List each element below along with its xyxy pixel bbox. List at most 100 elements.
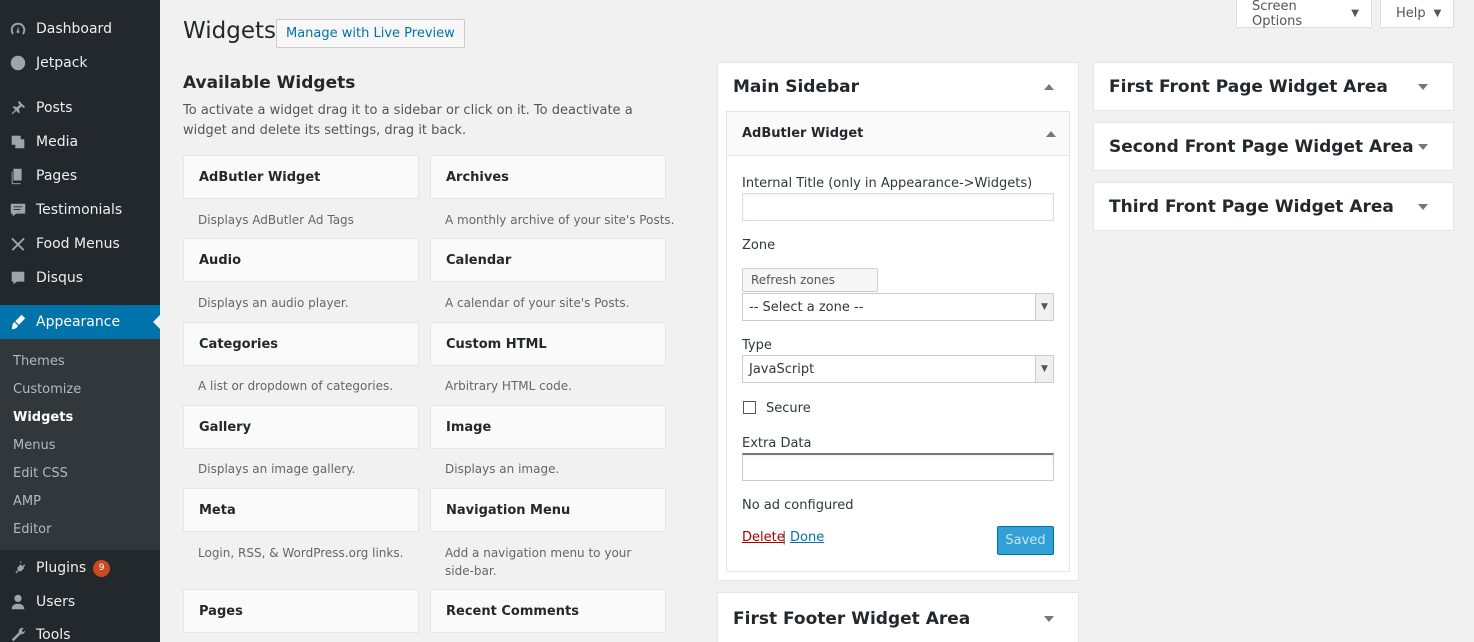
widget-gallery[interactable]: Gallery bbox=[183, 405, 419, 449]
menu-item-pages[interactable]: Pages bbox=[0, 159, 160, 193]
manage-live-preview-button[interactable]: Manage with Live Preview bbox=[276, 19, 465, 48]
submenu-widgets[interactable]: Widgets bbox=[13, 410, 73, 425]
adbutler-widget-header[interactable]: AdButler Widget bbox=[727, 112, 1069, 156]
done-link[interactable]: Done bbox=[790, 530, 824, 545]
saved-button[interactable]: Saved bbox=[997, 526, 1054, 555]
submenu-amp[interactable]: AMP bbox=[13, 494, 41, 509]
widget-description: Login, RSS, & WordPress.org links. bbox=[198, 546, 404, 560]
collapse-arrow-icon[interactable] bbox=[1046, 131, 1056, 137]
media-icon bbox=[0, 133, 36, 151]
widget-meta[interactable]: Meta bbox=[183, 488, 419, 532]
menu-label: Posts bbox=[36, 100, 73, 116]
menu-label: Media bbox=[36, 134, 79, 150]
page-title: Widgets bbox=[183, 18, 276, 44]
footer-area-header[interactable]: First Footer Widget Area bbox=[718, 593, 1078, 642]
submenu-themes[interactable]: Themes bbox=[13, 354, 65, 369]
menu-item-dashboard[interactable]: Dashboard bbox=[0, 12, 160, 46]
menu-label: Testimonials bbox=[36, 202, 123, 218]
zone-select[interactable]: -- Select a zone -- ▼ bbox=[742, 293, 1054, 321]
adbutler-widget-instance: AdButler Widget Internal Title (only in … bbox=[726, 111, 1070, 572]
type-select[interactable]: JavaScript ▼ bbox=[742, 355, 1054, 383]
front-area-title: Second Front Page Widget Area bbox=[1109, 137, 1414, 157]
front-area-header[interactable]: Second Front Page Widget Area bbox=[1094, 123, 1453, 171]
menu-item-users[interactable]: Users bbox=[0, 585, 160, 619]
menu-label: Appearance bbox=[36, 314, 121, 330]
zone-label: Zone bbox=[742, 238, 776, 253]
update-count-badge: 9 bbox=[93, 559, 111, 577]
second-front-page-widget-area[interactable]: Second Front Page Widget Area bbox=[1093, 122, 1454, 171]
plugin-icon bbox=[0, 559, 36, 577]
first-footer-widget-area[interactable]: First Footer Widget Area bbox=[717, 592, 1079, 642]
menu-item-testimonials[interactable]: Testimonials bbox=[0, 193, 160, 227]
link-separator: | bbox=[782, 530, 787, 545]
widget-custom-html[interactable]: Custom HTML bbox=[430, 322, 666, 366]
widget-calendar[interactable]: Calendar bbox=[430, 238, 666, 282]
menu-label: Tools bbox=[36, 627, 71, 642]
dashboard-icon bbox=[0, 20, 36, 38]
tools-icon bbox=[0, 626, 36, 642]
ad-status-text: No ad configured bbox=[742, 498, 854, 513]
widget-description: Displays an audio player. bbox=[198, 296, 349, 310]
third-front-page-widget-area[interactable]: Third Front Page Widget Area bbox=[1093, 182, 1454, 231]
submenu-editor[interactable]: Editor bbox=[13, 522, 51, 537]
food-icon bbox=[0, 235, 36, 253]
type-selected-value: JavaScript bbox=[749, 361, 815, 377]
expand-arrow-icon[interactable] bbox=[1044, 616, 1054, 622]
brush-icon bbox=[0, 313, 36, 331]
submenu-menus[interactable]: Menus bbox=[13, 438, 55, 453]
menu-label: Dashboard bbox=[36, 21, 112, 37]
available-widgets-description: To activate a widget drag it to a sideba… bbox=[183, 103, 633, 138]
menu-item-posts[interactable]: Posts bbox=[0, 91, 160, 125]
menu-item-plugins[interactable]: Plugins 9 bbox=[0, 551, 160, 585]
menu-item-appearance[interactable]: Appearance bbox=[0, 305, 161, 339]
type-label: Type bbox=[742, 338, 772, 353]
screen-options-button[interactable]: Screen Options ▼ bbox=[1236, 0, 1372, 29]
menu-item-disqus[interactable]: Disqus bbox=[0, 261, 160, 295]
secure-label: Secure bbox=[766, 401, 811, 416]
menu-item-tools[interactable]: Tools bbox=[0, 618, 160, 642]
menu-item-food-menus[interactable]: Food Menus bbox=[0, 227, 160, 261]
adbutler-widget-title: AdButler Widget bbox=[742, 126, 864, 141]
widget-audio[interactable]: Audio bbox=[183, 238, 419, 282]
widget-recent-comments[interactable]: Recent Comments bbox=[430, 589, 666, 633]
internal-title-input[interactable] bbox=[742, 193, 1054, 221]
front-area-header[interactable]: Third Front Page Widget Area bbox=[1094, 183, 1453, 231]
delete-link[interactable]: Delete bbox=[742, 530, 785, 545]
widget-description: Displays an image. bbox=[445, 462, 560, 476]
refresh-zones-button[interactable]: Refresh zones bbox=[742, 268, 878, 292]
menu-label: Plugins bbox=[36, 560, 87, 576]
front-area-title: First Front Page Widget Area bbox=[1109, 77, 1388, 97]
submenu-customize[interactable]: Customize bbox=[13, 382, 81, 397]
front-area-header[interactable]: First Front Page Widget Area bbox=[1094, 63, 1453, 111]
extra-data-input[interactable] bbox=[742, 453, 1054, 481]
widget-description: Displays an image gallery. bbox=[198, 462, 356, 476]
users-icon bbox=[0, 593, 36, 611]
admin-sidebar: Dashboard Jetpack Posts Media Pages Test… bbox=[0, 0, 161, 642]
widget-description: Arbitrary HTML code. bbox=[445, 379, 572, 393]
pages-icon bbox=[0, 167, 36, 185]
appearance-submenu: Themes Customize Widgets Menus Edit CSS … bbox=[0, 339, 160, 550]
widget-adbutler[interactable]: AdButler Widget bbox=[183, 155, 419, 199]
menu-item-media[interactable]: Media bbox=[0, 125, 160, 159]
widget-navigation-menu[interactable]: Navigation Menu bbox=[430, 488, 666, 532]
widget-archives[interactable]: Archives bbox=[430, 155, 666, 199]
first-front-page-widget-area[interactable]: First Front Page Widget Area bbox=[1093, 62, 1454, 111]
widget-description: A monthly archive of your site's Posts. bbox=[445, 213, 675, 227]
front-area-title: Third Front Page Widget Area bbox=[1109, 197, 1394, 217]
expand-arrow-icon[interactable] bbox=[1418, 204, 1428, 210]
expand-arrow-icon[interactable] bbox=[1418, 144, 1428, 150]
collapse-arrow-icon[interactable] bbox=[1044, 84, 1054, 90]
secure-checkbox[interactable] bbox=[743, 401, 756, 414]
help-label: Help bbox=[1396, 6, 1426, 21]
widget-pages[interactable]: Pages bbox=[183, 589, 419, 633]
dropdown-arrow-icon: ▼ bbox=[1433, 8, 1442, 19]
widget-image[interactable]: Image bbox=[430, 405, 666, 449]
comment-icon bbox=[0, 269, 36, 287]
expand-arrow-icon[interactable] bbox=[1418, 84, 1428, 90]
help-button[interactable]: Help ▼ bbox=[1380, 0, 1454, 28]
main-sidebar-title: Main Sidebar bbox=[733, 77, 860, 97]
submenu-edit-css[interactable]: Edit CSS bbox=[13, 466, 68, 481]
main-sidebar-header[interactable]: Main Sidebar bbox=[718, 63, 1078, 111]
menu-item-jetpack[interactable]: Jetpack bbox=[0, 46, 160, 80]
widget-categories[interactable]: Categories bbox=[183, 322, 419, 366]
